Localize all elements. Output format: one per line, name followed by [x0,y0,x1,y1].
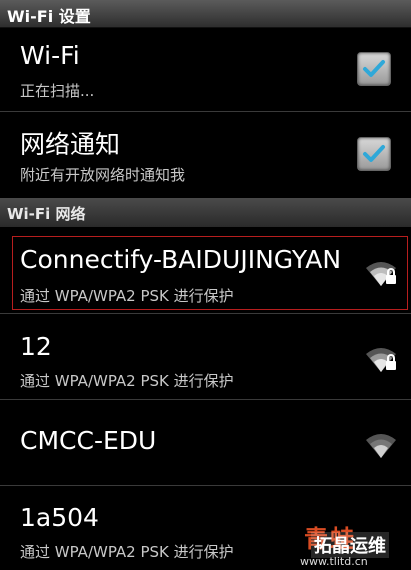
network-item[interactable]: CMCC-EDU [0,400,411,485]
watermark-url: www.tlitd.cn [300,555,368,568]
network-item[interactable]: Connectify-BAIDUJINGYAN 通过 WPA/WPA2 PSK … [0,228,411,313]
network-notify-row[interactable]: 网络通知 附近有开放网络时通知我 [0,112,411,197]
title-bar: Wi-Fi 设置 [0,0,411,28]
wifi-signal-locked-icon [366,262,396,286]
network-item[interactable]: 12 通过 WPA/WPA2 PSK 进行保护 [0,314,411,399]
check-icon [363,145,385,162]
network-security: 通过 WPA/WPA2 PSK 进行保护 [20,543,234,561]
wifi-signal-icon [366,434,396,458]
network-security: 通过 WPA/WPA2 PSK 进行保护 [20,287,234,305]
wifi-signal-locked-icon [366,348,396,372]
wifi-checkbox[interactable] [357,52,391,86]
network-ssid: CMCC-EDU [20,426,157,455]
network-notify-summary: 附近有开放网络时通知我 [20,166,186,184]
wifi-toggle-title: Wi-Fi [20,41,80,70]
network-notify-title: 网络通知 [20,130,121,159]
network-ssid: 1a504 [20,503,99,532]
section-header: Wi-Fi 网络 [0,198,411,227]
window-title: Wi-Fi 设置 [7,7,91,26]
network-notify-checkbox[interactable] [357,137,391,171]
wifi-toggle-row[interactable]: Wi-Fi 正在扫描... [0,28,411,110]
section-title: Wi-Fi 网络 [7,205,86,223]
network-ssid: Connectify-BAIDUJINGYAN [20,245,342,274]
network-ssid: 12 [20,332,52,361]
network-security: 通过 WPA/WPA2 PSK 进行保护 [20,372,234,390]
wifi-status-summary: 正在扫描... [20,82,95,100]
check-icon [363,60,385,77]
